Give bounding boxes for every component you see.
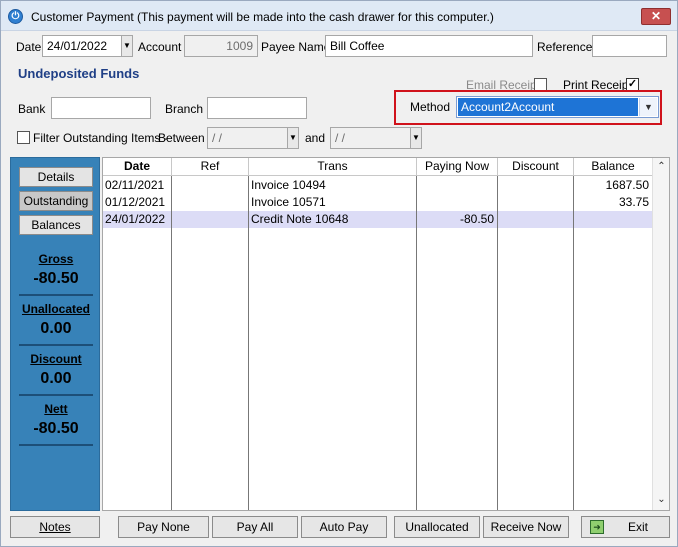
column-divider	[171, 176, 172, 510]
auto-pay-button[interactable]: Auto Pay	[301, 516, 387, 538]
discount-value: 0.00	[40, 370, 72, 387]
cell-date: 24/01/2022	[105, 212, 166, 226]
method-select[interactable]: Account2Account ▼	[456, 96, 659, 118]
balances-button[interactable]: Balances	[19, 215, 93, 235]
table-row[interactable]: 01/12/2021 Invoice 10571 33.75	[103, 194, 653, 211]
column-divider	[573, 176, 574, 510]
pay-all-button[interactable]: Pay All	[212, 516, 298, 538]
details-button[interactable]: Details	[19, 167, 93, 187]
divider	[19, 344, 93, 346]
exit-door-icon: ➜	[590, 520, 604, 534]
cell-balance: 1687.50	[605, 178, 649, 192]
exit-button-label: Exit	[628, 520, 649, 534]
filter-from-dropdown-arrow-icon[interactable]: ▼	[287, 127, 299, 149]
pay-none-button[interactable]: Pay None	[118, 516, 209, 538]
unallocated-label: Unallocated	[21, 302, 90, 316]
cell-ref	[175, 177, 247, 194]
column-divider	[416, 176, 417, 510]
cell-discount[interactable]	[498, 211, 570, 228]
filter-checkbox[interactable]	[17, 131, 30, 144]
payee-name-field[interactable]: Bill Coffee	[325, 35, 533, 57]
cell-ref	[175, 211, 247, 228]
outstanding-button[interactable]: Outstanding	[19, 191, 93, 211]
column-header-date[interactable]: Date	[103, 158, 172, 176]
cell-paying-now[interactable]	[417, 177, 494, 194]
bank-field[interactable]	[51, 97, 151, 119]
scroll-up-icon[interactable]: ⌃	[653, 161, 670, 172]
cell-discount[interactable]	[498, 177, 570, 194]
title-bar: ⏻ Customer Payment (This payment will be…	[1, 1, 677, 31]
cell-ref	[175, 194, 247, 211]
date-field[interactable]: 24/01/2022	[42, 35, 122, 57]
unallocated-value: 0.00	[40, 320, 72, 337]
section-title: Undeposited Funds	[18, 66, 140, 81]
divider	[19, 394, 93, 396]
date-dropdown-arrow-icon[interactable]: ▼	[121, 35, 133, 57]
vertical-scrollbar[interactable]: ⌃ ⌄	[652, 158, 669, 510]
exit-button[interactable]: ➜ Exit	[581, 516, 670, 538]
unallocated-button[interactable]: Unallocated	[394, 516, 480, 538]
left-summary-panel: Details Outstanding Balances Gross -80.5…	[10, 157, 100, 511]
method-dropdown-arrow-icon[interactable]: ▼	[639, 98, 657, 116]
filter-to-date-field: / /	[330, 127, 411, 149]
filter-label: Filter Outstanding Items -	[33, 131, 168, 145]
cell-balance: 33.75	[618, 195, 649, 209]
cell-paying-now[interactable]	[417, 194, 494, 211]
receive-now-button[interactable]: Receive Now	[483, 516, 569, 538]
account-field: 1009	[184, 35, 258, 57]
cell-trans: Credit Note 10648	[251, 212, 349, 226]
customer-payment-window: ⏻ Customer Payment (This payment will be…	[0, 0, 678, 547]
reference-field[interactable]	[592, 35, 667, 57]
column-divider	[497, 176, 498, 510]
cell-balance	[574, 211, 649, 228]
and-label: and	[305, 131, 326, 145]
window-title: Customer Payment (This payment will be m…	[31, 10, 494, 24]
column-divider	[248, 176, 249, 510]
cell-paying-now[interactable]: -80.50	[417, 211, 494, 228]
filter-from-date-field: / /	[207, 127, 288, 149]
discount-label: Discount	[30, 352, 82, 366]
nett-value: -80.50	[33, 420, 79, 437]
filter-to-dropdown-arrow-icon[interactable]: ▼	[410, 127, 422, 149]
account-label: Account	[138, 40, 182, 54]
table-row[interactable]: 24/01/2022 Credit Note 10648 -80.50	[103, 211, 653, 228]
branch-field[interactable]	[207, 97, 307, 119]
close-button[interactable]: ✕	[641, 8, 671, 25]
column-header-trans[interactable]: Trans	[249, 158, 417, 176]
scroll-down-icon[interactable]: ⌄	[653, 494, 670, 505]
payee-name-label: Payee Name	[261, 40, 331, 54]
bank-label: Bank	[18, 102, 46, 116]
nett-label: Nett	[44, 402, 68, 416]
column-header-ref[interactable]: Ref	[172, 158, 249, 176]
app-power-icon: ⏻	[8, 9, 23, 24]
cell-date: 01/12/2021	[105, 195, 166, 209]
reference-label: Reference	[537, 40, 593, 54]
branch-label: Branch	[165, 102, 204, 116]
divider	[19, 444, 93, 446]
column-header-balance[interactable]: Balance	[574, 158, 653, 176]
table-row[interactable]: 02/11/2021 Invoice 10494 1687.50	[103, 177, 653, 194]
gross-label: Gross	[38, 252, 74, 266]
divider	[19, 294, 93, 296]
cell-discount[interactable]	[498, 194, 570, 211]
cell-trans: Invoice 10494	[251, 178, 326, 192]
method-selected-value[interactable]: Account2Account	[458, 98, 638, 116]
column-header-paying-now[interactable]: Paying Now	[417, 158, 498, 176]
cell-date: 02/11/2021	[105, 178, 165, 192]
outstanding-items-grid[interactable]: Date Ref Trans Paying Now Discount Balan…	[102, 157, 670, 511]
date-label: Date	[16, 40, 42, 54]
notes-button[interactable]: Notes	[10, 516, 100, 538]
cell-trans: Invoice 10571	[251, 195, 326, 209]
gross-value: -80.50	[33, 270, 79, 287]
between-label: Between	[158, 131, 205, 145]
column-header-discount[interactable]: Discount	[498, 158, 574, 176]
method-label: Method	[410, 100, 451, 114]
